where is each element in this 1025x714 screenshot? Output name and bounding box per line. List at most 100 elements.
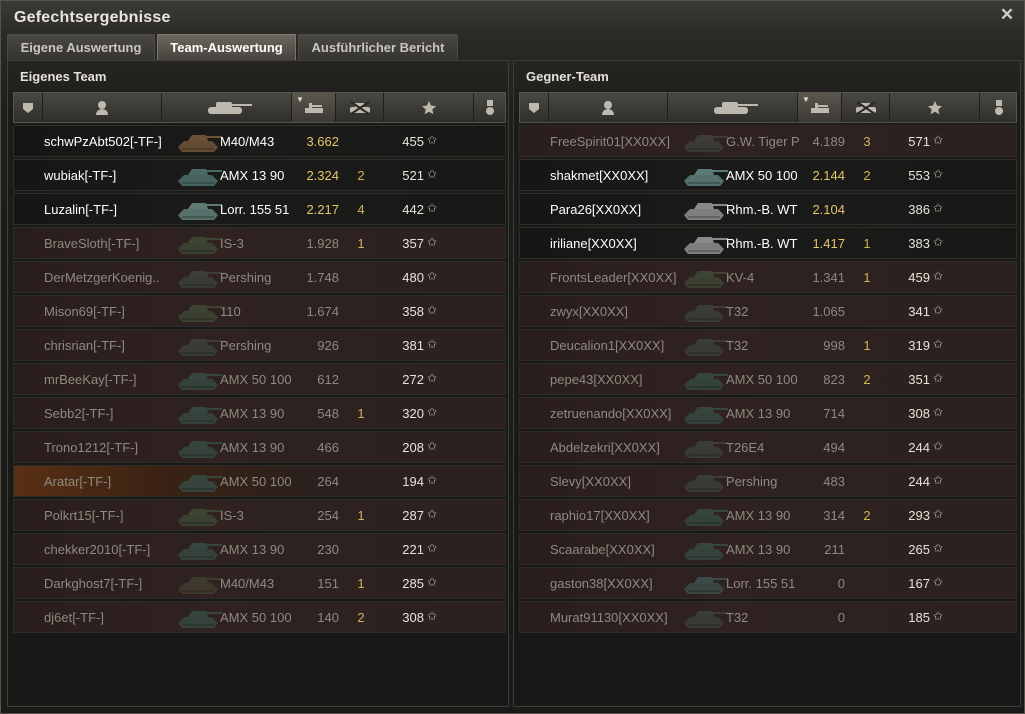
tab-own-evaluation[interactable]: Eigene Auswertung: [7, 34, 155, 60]
player-row[interactable]: Darkghost7[-TF-] M40/M43 151 1 285 ✩: [13, 567, 506, 599]
tank-icon: [680, 263, 730, 291]
player-name[interactable]: Luzalin[-TF-]: [44, 202, 117, 217]
vehicle-name: T32: [726, 610, 749, 625]
player-row[interactable]: zetruenando[XX0XX] AMX 13 90 714 308 ✩: [519, 397, 1017, 429]
player-row[interactable]: Sebb2[-TF-] AMX 13 90 548 1 320 ✩: [13, 397, 506, 429]
damage-value: 1.341: [812, 270, 845, 285]
column-header-tank[interactable]: [668, 93, 798, 122]
damage-value: 926: [317, 338, 339, 353]
column-header-player[interactable]: [549, 93, 668, 122]
player-row[interactable]: pepe43[XX0XX] AMX 50 100 823 2 351 ✩: [519, 363, 1017, 395]
player-row[interactable]: chekker2010[-TF-] AMX 13 90 230 221 ✩: [13, 533, 506, 565]
player-name[interactable]: Murat91130[XX0XX]: [550, 610, 668, 625]
player-name[interactable]: Abdelzekri[XX0XX]: [550, 440, 660, 455]
player-name[interactable]: zetruenando[XX0XX]: [550, 406, 671, 421]
player-name[interactable]: FreeSpirit01[XX0XX]: [550, 134, 670, 149]
player-row[interactable]: Aratar[-TF-] AMX 50 100 264 194 ✩: [13, 465, 506, 497]
column-header-xp-star[interactable]: [890, 93, 980, 122]
player-name[interactable]: Sebb2[-TF-]: [44, 406, 113, 421]
player-name[interactable]: Darkghost7[-TF-]: [44, 576, 142, 591]
xp-value: 442: [402, 202, 424, 217]
xp-star-icon: ✩: [933, 405, 944, 419]
player-name[interactable]: Para26[XX0XX]: [550, 202, 641, 217]
player-name[interactable]: Mison69[-TF-]: [44, 304, 125, 319]
player-row[interactable]: gaston38[XX0XX] Lorr. 155 51 0 167 ✩: [519, 567, 1017, 599]
damage-value: 998: [823, 338, 845, 353]
player-name[interactable]: DerMetzgerKoenig..: [44, 270, 160, 285]
player-name[interactable]: mrBeeKay[-TF-]: [44, 372, 136, 387]
player-row[interactable]: FrontsLeader[XX0XX] KV-4 1.341 1 459 ✩: [519, 261, 1017, 293]
column-header-medal[interactable]: [980, 93, 1018, 122]
player-row[interactable]: raphio17[XX0XX] AMX 13 90 314 2 293 ✩: [519, 499, 1017, 531]
player-name[interactable]: Deucalion1[XX0XX]: [550, 338, 664, 353]
xp-value: 244: [908, 440, 930, 455]
column-header-platoon[interactable]: [520, 93, 549, 122]
player-name[interactable]: Aratar[-TF-]: [44, 474, 111, 489]
kills-value: 2: [863, 508, 871, 523]
player-row[interactable]: Para26[XX0XX] Rhm.-B. WT 2.104 386 ✩: [519, 193, 1017, 225]
player-row[interactable]: schwPzAbt502[-TF-] M40/M43 3.662 455 ✩: [13, 125, 506, 157]
player-name[interactable]: chekker2010[-TF-]: [44, 542, 150, 557]
column-header-platoon[interactable]: [14, 93, 43, 122]
column-header-medal[interactable]: [474, 93, 507, 122]
column-header-kills[interactable]: [842, 93, 890, 122]
player-name[interactable]: gaston38[XX0XX]: [550, 576, 653, 591]
player-name[interactable]: pepe43[XX0XX]: [550, 372, 643, 387]
player-name[interactable]: BraveSloth[-TF-]: [44, 236, 139, 251]
close-icon[interactable]: ✕: [998, 6, 1016, 24]
player-row[interactable]: BraveSloth[-TF-] IS-3 1.928 1 357 ✩: [13, 227, 506, 259]
player-row[interactable]: zwyx[XX0XX] T32 1.065 341 ✩: [519, 295, 1017, 327]
tank-icon: [680, 195, 730, 223]
column-header-player[interactable]: [43, 93, 162, 122]
column-header-tank[interactable]: [162, 93, 292, 122]
xp-value: 351: [908, 372, 930, 387]
vehicle-name: Pershing: [220, 338, 272, 353]
player-row[interactable]: chrisrian[-TF-] Pershing 926 381 ✩: [13, 329, 506, 361]
column-header-kills[interactable]: [336, 93, 384, 122]
player-row[interactable]: DerMetzgerKoenig.. Pershing 1.748 480 ✩: [13, 261, 506, 293]
xp-star-icon: ✩: [427, 133, 438, 147]
xp-value: 386: [908, 202, 930, 217]
battle-results-window: Gefechtsergebnisse ✕ Eigene Auswertung T…: [0, 0, 1025, 714]
player-row[interactable]: wubiak[-TF-] AMX 13 90 2.324 2 521 ✩: [13, 159, 506, 191]
player-row[interactable]: dj6et[-TF-] AMX 50 100 140 2 308 ✩: [13, 601, 506, 633]
player-row[interactable]: Trono1212[-TF-] AMX 13 90 466 208 ✩: [13, 431, 506, 463]
tab-detailed-report[interactable]: Ausführlicher Bericht: [298, 34, 458, 60]
player-row[interactable]: Polkrt15[-TF-] IS-3 254 1 287 ✩: [13, 499, 506, 531]
player-name[interactable]: Scaarabe[XX0XX]: [550, 542, 655, 557]
damage-value: 1.065: [812, 304, 845, 319]
player-row[interactable]: Abdelzekri[XX0XX] T26E4 494 244 ✩: [519, 431, 1017, 463]
player-name[interactable]: zwyx[XX0XX]: [550, 304, 628, 319]
player-name[interactable]: FrontsLeader[XX0XX]: [550, 270, 676, 285]
damage-value: 211: [824, 542, 845, 557]
player-name[interactable]: iriliane[XX0XX]: [550, 236, 637, 251]
vehicle-name: AMX 50 100: [220, 372, 292, 387]
player-row[interactable]: Mison69[-TF-] 110 1.674 358 ✩: [13, 295, 506, 327]
player-name[interactable]: schwPzAbt502[-TF-]: [44, 134, 162, 149]
player-name[interactable]: raphio17[XX0XX]: [550, 508, 650, 523]
player-row[interactable]: Murat91130[XX0XX] T32 0 185 ✩: [519, 601, 1017, 633]
damage-value: 140: [317, 610, 339, 625]
player-row[interactable]: Scaarabe[XX0XX] AMX 13 90 211 265 ✩: [519, 533, 1017, 565]
player-row[interactable]: Luzalin[-TF-] Lorr. 155 51 2.217 4 442 ✩: [13, 193, 506, 225]
player-name[interactable]: Polkrt15[-TF-]: [44, 508, 123, 523]
xp-value: 272: [402, 372, 424, 387]
player-row[interactable]: Deucalion1[XX0XX] T32 998 1 319 ✩: [519, 329, 1017, 361]
vehicle-name: Pershing: [726, 474, 778, 489]
player-row[interactable]: shakmet[XX0XX] AMX 50 100 2.144 2 553 ✩: [519, 159, 1017, 191]
player-row[interactable]: mrBeeKay[-TF-] AMX 50 100 612 272 ✩: [13, 363, 506, 395]
player-name[interactable]: dj6et[-TF-]: [44, 610, 104, 625]
player-name[interactable]: shakmet[XX0XX]: [550, 168, 648, 183]
column-header-damage[interactable]: ▼: [292, 93, 336, 122]
column-header-damage[interactable]: ▼: [798, 93, 842, 122]
column-header-xp-star[interactable]: [384, 93, 474, 122]
player-name[interactable]: Trono1212[-TF-]: [44, 440, 138, 455]
player-name[interactable]: wubiak[-TF-]: [44, 168, 116, 183]
tab-team-evaluation[interactable]: Team-Auswertung: [157, 34, 296, 60]
player-name[interactable]: Slevy[XX0XX]: [550, 474, 631, 489]
player-row[interactable]: FreeSpirit01[XX0XX] G.W. Tiger P 4.189 3 571…: [519, 125, 1017, 157]
tank-icon: [680, 365, 730, 393]
player-name[interactable]: chrisrian[-TF-]: [44, 338, 125, 353]
player-row[interactable]: Slevy[XX0XX] Pershing 483 244 ✩: [519, 465, 1017, 497]
player-row[interactable]: iriliane[XX0XX] Rhm.-B. WT 1.417 1 383 ✩: [519, 227, 1017, 259]
